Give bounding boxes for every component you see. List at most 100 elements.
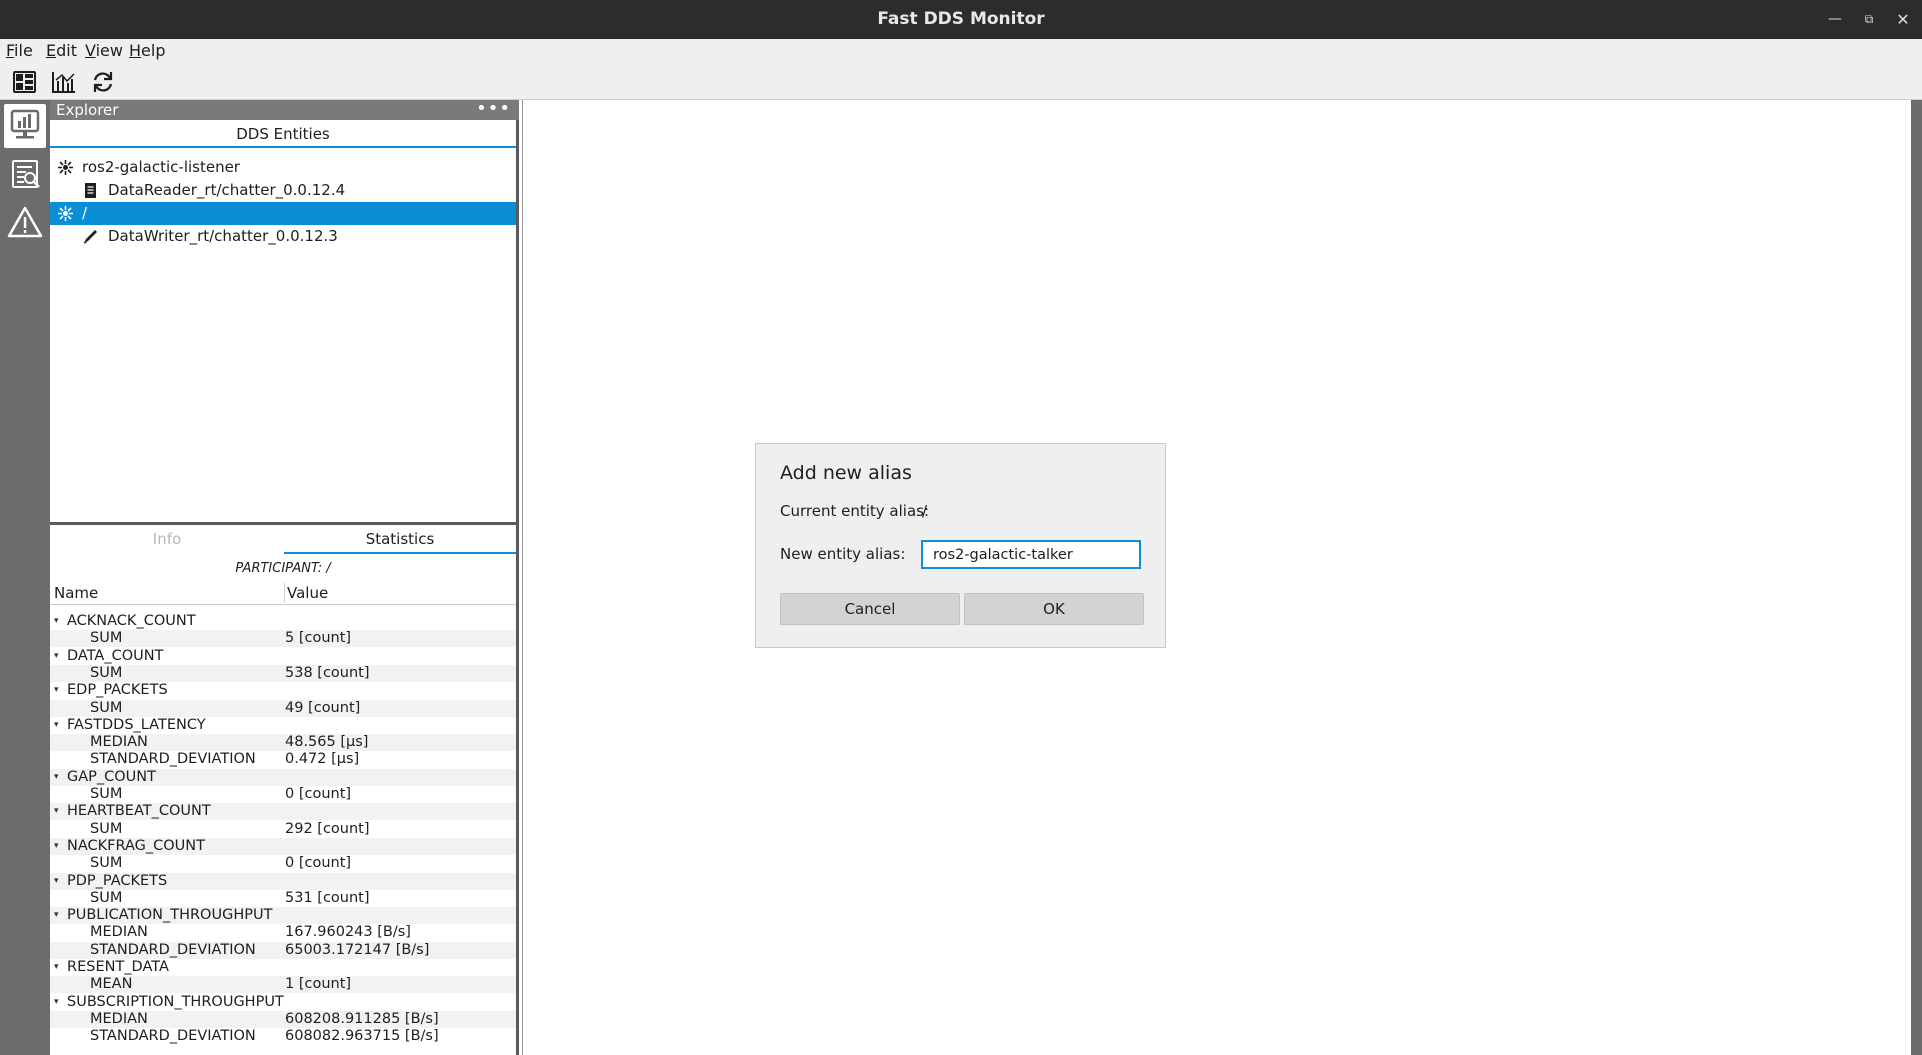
stat-group[interactable]: ▾ GAP_COUNT: [50, 768, 516, 786]
explorer-panel: DDS Entities ros2-galactic-listener Data…: [50, 120, 519, 524]
header-divider: [50, 604, 516, 605]
column-header-name[interactable]: Name: [54, 583, 98, 603]
stat-group[interactable]: ▾ ACKNACK_COUNT: [50, 613, 516, 630]
expand-arrow-icon[interactable]: ▾: [54, 803, 59, 820]
expand-arrow-icon[interactable]: ▾: [54, 717, 59, 734]
stat-value: 0 [count]: [285, 855, 352, 872]
stat-row[interactable]: SUM 49 [count]: [50, 699, 516, 717]
stat-group-name: PUBLICATION_THROUGHPUT: [67, 907, 273, 924]
stat-row[interactable]: MEAN 1 [count]: [50, 976, 516, 994]
stat-group[interactable]: ▾ FASTDDS_LATENCY: [50, 717, 516, 734]
stat-group-name: DATA_COUNT: [67, 647, 164, 664]
stat-name: SUM: [90, 664, 123, 681]
minimize-icon[interactable]: —: [1818, 0, 1852, 39]
stat-group[interactable]: ▾ RESENT_DATA: [50, 959, 516, 976]
tab-statistics[interactable]: Statistics: [284, 525, 516, 554]
cancel-button[interactable]: Cancel: [780, 593, 960, 625]
main-view: [522, 100, 1912, 1055]
stat-group[interactable]: ▾ EDP_PACKETS: [50, 682, 516, 699]
tree-item-datawriter[interactable]: DataWriter_rt/chatter_0.0.12.3: [50, 225, 516, 248]
tree-item-participant-selected[interactable]: /: [50, 202, 516, 225]
stat-name: MEDIAN: [90, 734, 148, 751]
menu-edit[interactable]: Edit: [46, 39, 77, 63]
expand-arrow-icon[interactable]: ▾: [54, 682, 59, 699]
stat-value: 292 [count]: [285, 820, 370, 837]
current-alias-value: /: [922, 502, 928, 520]
stat-group[interactable]: ▾ SUBSCRIPTION_THROUGHPUT: [50, 994, 516, 1011]
stat-name: SUM: [90, 855, 123, 872]
participant-icon: [57, 159, 74, 176]
menu-file[interactable]: File: [6, 39, 33, 63]
expand-arrow-icon[interactable]: ▾: [54, 648, 59, 665]
dialog-title: Add new alias: [780, 462, 912, 484]
stat-row[interactable]: SUM 538 [count]: [50, 664, 516, 682]
stat-group-name: HEARTBEAT_COUNT: [67, 803, 211, 820]
stat-group-name: ACKNACK_COUNT: [67, 613, 196, 629]
dashboard-icon[interactable]: [11, 69, 39, 95]
column-divider[interactable]: [284, 583, 285, 603]
menu-view[interactable]: View: [85, 39, 123, 63]
tree-item-datareader[interactable]: DataReader_rt/chatter_0.0.12.4: [50, 179, 516, 202]
menu-help[interactable]: Help: [129, 39, 165, 63]
stat-row[interactable]: STANDARD_DEVIATION 0.472 [μs]: [50, 751, 516, 768]
stat-row[interactable]: SUM 5 [count]: [50, 630, 516, 648]
stat-value: 1 [count]: [285, 976, 352, 993]
chart-icon[interactable]: [50, 69, 78, 95]
stat-group-name: GAP_COUNT: [67, 768, 157, 785]
ok-button[interactable]: OK: [964, 593, 1144, 625]
stat-name: SUM: [90, 889, 123, 906]
stat-name: STANDARD_DEVIATION: [90, 751, 256, 768]
stat-row[interactable]: STANDARD_DEVIATION 608082.963715 [B/s]: [50, 1028, 516, 1045]
more-options-icon[interactable]: •••: [476, 100, 511, 118]
expand-arrow-icon[interactable]: ▾: [54, 838, 59, 855]
tree-item-participant[interactable]: ros2-galactic-listener: [50, 156, 516, 179]
stat-name: MEDIAN: [90, 1010, 148, 1027]
new-alias-input[interactable]: [921, 540, 1141, 569]
expand-arrow-icon[interactable]: ▾: [54, 873, 59, 890]
stat-row[interactable]: SUM 292 [count]: [50, 821, 516, 838]
stat-group[interactable]: ▾ PUBLICATION_THROUGHPUT: [50, 907, 516, 925]
participant-label: PARTICIPANT: /: [235, 561, 331, 576]
stat-row[interactable]: STANDARD_DEVIATION 65003.172147 [B/s]: [50, 941, 516, 959]
expand-arrow-icon[interactable]: ▾: [54, 907, 59, 924]
refresh-icon[interactable]: [89, 69, 117, 95]
stat-row[interactable]: SUM 531 [count]: [50, 890, 516, 907]
stat-row[interactable]: MEDIAN 48.565 [μs]: [50, 734, 516, 752]
stat-name: STANDARD_DEVIATION: [90, 1028, 256, 1045]
stat-group[interactable]: ▾ HEARTBEAT_COUNT: [50, 803, 516, 821]
stat-group[interactable]: ▾ DATA_COUNT: [50, 648, 516, 665]
stat-row[interactable]: MEDIAN 167.960243 [B/s]: [50, 924, 516, 941]
tab-info[interactable]: Info: [50, 525, 284, 554]
title-bar: Fast DDS Monitor — ⧉ ✕: [0, 0, 1922, 39]
expand-arrow-icon[interactable]: ▾: [54, 959, 59, 976]
stat-group[interactable]: ▾ NACKFRAG_COUNT: [50, 837, 516, 855]
column-header-value[interactable]: Value: [287, 583, 328, 603]
monitor-chart-icon[interactable]: [4, 104, 46, 148]
tab-dds-entities[interactable]: DDS Entities: [50, 120, 516, 148]
expand-arrow-icon[interactable]: ▾: [54, 769, 59, 786]
maximize-icon[interactable]: ⧉: [1852, 0, 1886, 39]
stat-name: SUM: [90, 630, 123, 647]
stat-row[interactable]: SUM 0 [count]: [50, 786, 516, 803]
stat-value: 608082.963715 [B/s]: [285, 1028, 439, 1045]
expand-arrow-icon[interactable]: ▾: [54, 613, 59, 630]
stat-group[interactable]: ▾ PDP_PACKETS: [50, 872, 516, 890]
stat-name: MEAN: [90, 976, 133, 993]
close-icon[interactable]: ✕: [1886, 0, 1920, 39]
statistics-panel: Info Statistics PARTICIPANT: / Name Valu…: [50, 525, 519, 1055]
search-log-icon[interactable]: [4, 152, 46, 196]
stat-value: 48.565 [μs]: [285, 734, 369, 751]
menu-bar: File Edit View Help: [0, 39, 1922, 63]
right-side-panel: [1911, 100, 1922, 1055]
stat-name: STANDARD_DEVIATION: [90, 941, 256, 958]
stat-value: 608208.911285 [B/s]: [285, 1010, 439, 1027]
datawriter-icon: [82, 228, 99, 245]
stat-row[interactable]: MEDIAN 608208.911285 [B/s]: [50, 1010, 516, 1028]
stat-row[interactable]: SUM 0 [count]: [50, 855, 516, 872]
stat-group-name: RESENT_DATA: [67, 959, 169, 975]
warning-icon[interactable]: [4, 202, 46, 246]
participant-icon: [57, 205, 74, 222]
expand-arrow-icon[interactable]: ▾: [54, 994, 59, 1011]
explorer-title: Explorer: [56, 101, 119, 119]
stat-value: 538 [count]: [285, 664, 370, 681]
